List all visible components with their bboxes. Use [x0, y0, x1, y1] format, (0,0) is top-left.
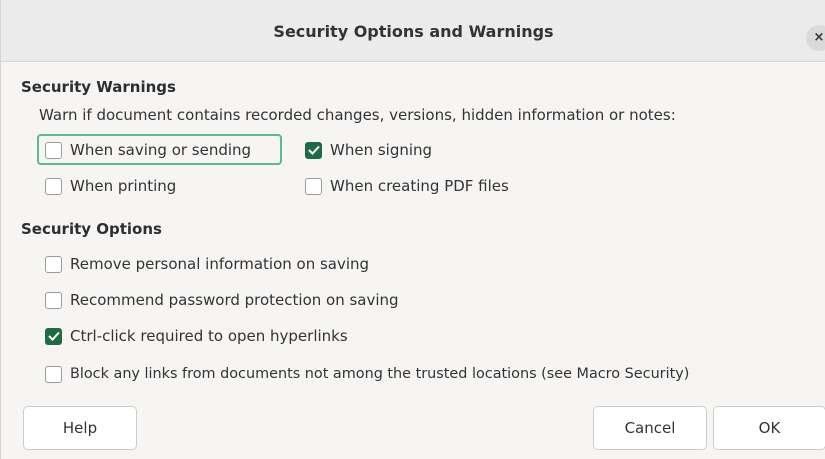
checkbox-label: Recommend password protection on saving — [70, 291, 399, 309]
checkbox-box[interactable] — [45, 327, 62, 345]
checkbox-label: When printing — [70, 177, 177, 195]
checkbox-block-untrusted-links[interactable]: Block any links from documents not among… — [45, 362, 689, 386]
checkbox-when-printing[interactable]: When printing — [45, 174, 176, 198]
checkbox-label: When creating PDF files — [330, 177, 509, 195]
cancel-button[interactable]: Cancel — [593, 406, 707, 450]
checkbox-recommend-password-protection[interactable]: Recommend password protection on saving — [45, 288, 399, 312]
checkbox-box[interactable] — [45, 141, 62, 159]
security-options-heading: Security Options — [21, 220, 162, 238]
checkmark-icon — [307, 145, 320, 155]
checkmark-icon — [47, 331, 60, 341]
checkbox-remove-personal-information[interactable]: Remove personal information on saving — [45, 252, 369, 276]
checkbox-box[interactable] — [45, 177, 62, 195]
checkbox-box[interactable] — [45, 255, 62, 273]
checkbox-when-saving-or-sending[interactable]: When saving or sending — [45, 138, 251, 162]
checkbox-label: Remove personal information on saving — [70, 255, 370, 273]
close-icon[interactable]: × — [806, 25, 825, 51]
checkbox-ctrl-click-hyperlinks[interactable]: Ctrl-click required to open hyperlinks — [45, 324, 348, 348]
checkbox-label: Block any links from documents not among… — [70, 366, 690, 382]
checkbox-when-creating-pdf-files[interactable]: When creating PDF files — [305, 174, 509, 198]
ok-button[interactable]: OK — [713, 406, 825, 450]
security-options-dialog: Security Options and Warnings × Security… — [0, 0, 825, 459]
checkbox-label: When saving or sending — [70, 141, 252, 159]
checkbox-box[interactable] — [45, 365, 62, 383]
checkbox-label: Ctrl-click required to open hyperlinks — [70, 327, 348, 345]
checkbox-when-signing[interactable]: When signing — [305, 138, 432, 162]
security-warnings-heading: Security Warnings — [21, 78, 176, 96]
checkbox-box[interactable] — [45, 291, 62, 309]
dialog-title: Security Options and Warnings — [273, 22, 554, 41]
help-button[interactable]: Help — [23, 406, 137, 450]
title-bar: Security Options and Warnings × — [1, 0, 825, 62]
checkbox-label: When signing — [330, 141, 433, 159]
checkbox-box[interactable] — [305, 141, 322, 159]
security-warnings-description: Warn if document contains recorded chang… — [39, 106, 676, 124]
checkbox-box[interactable] — [305, 177, 322, 195]
